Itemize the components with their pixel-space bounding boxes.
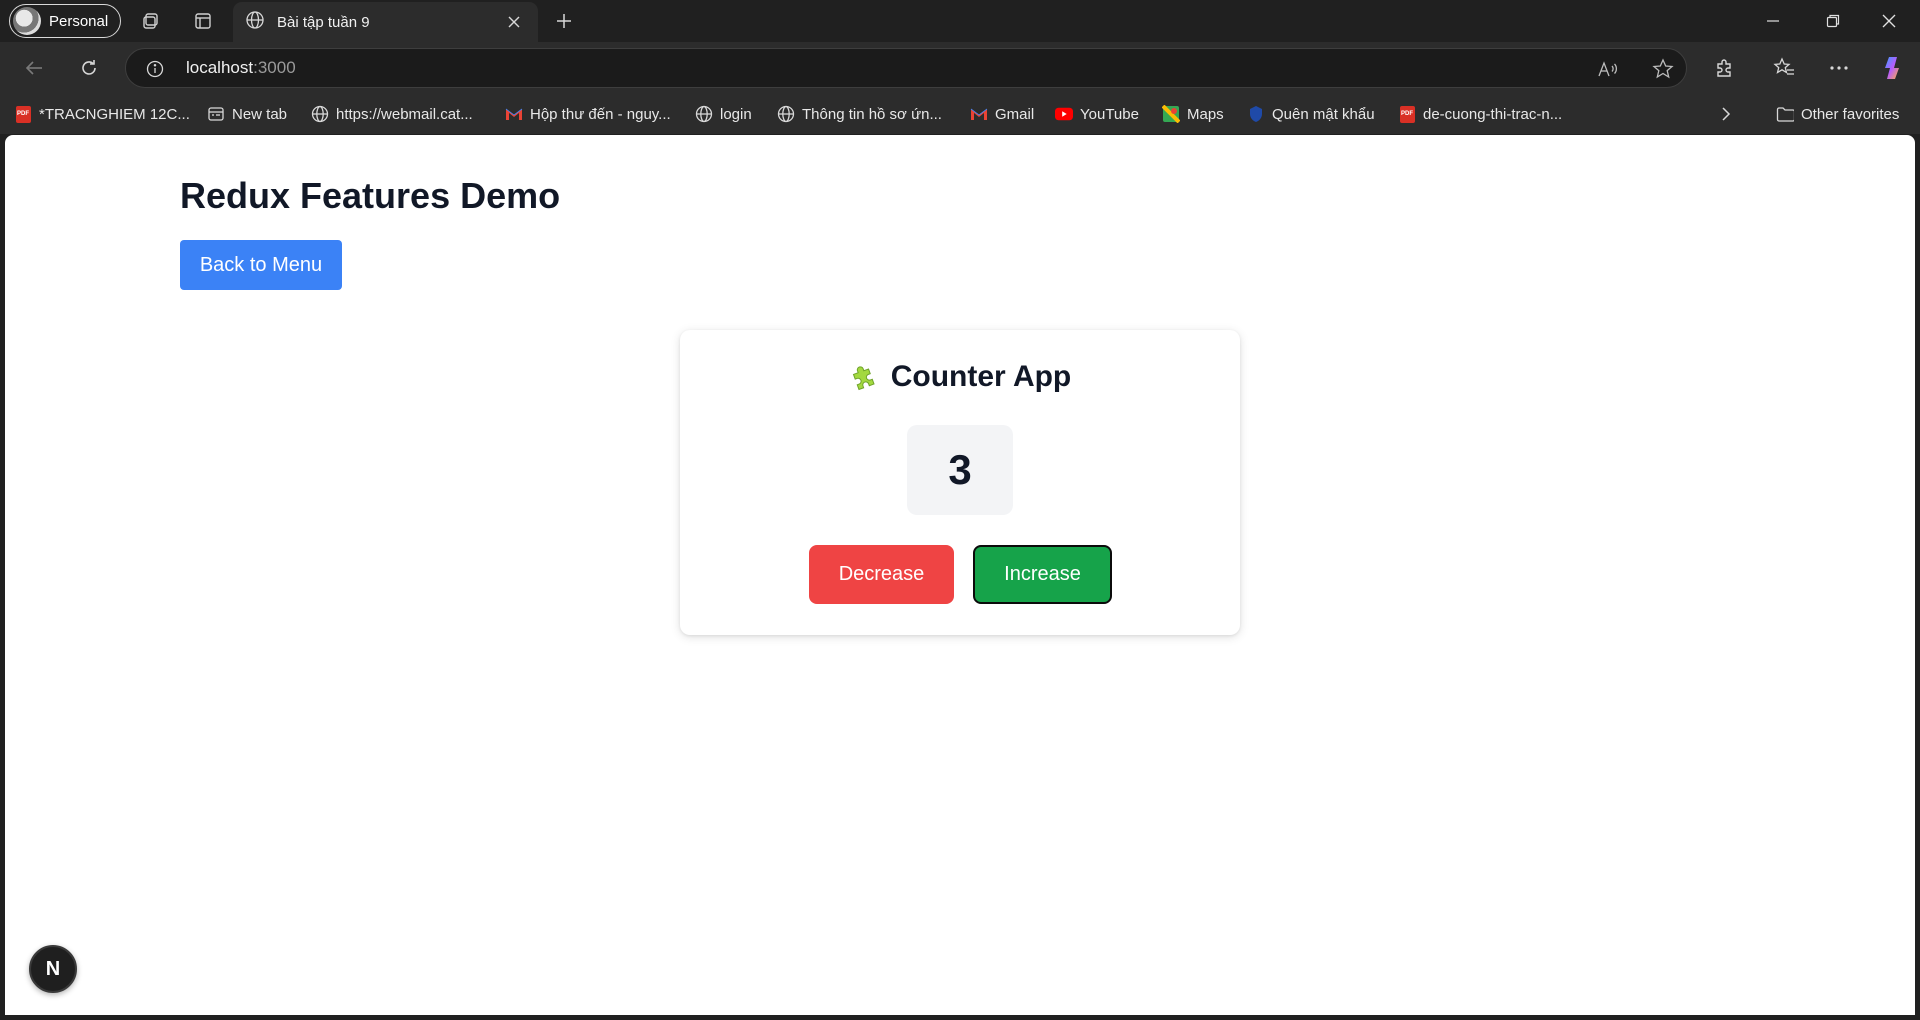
favorite-item[interactable]: Maps bbox=[1162, 103, 1224, 125]
favorite-item[interactable]: PDF de-cuong-thi-trac-n... bbox=[1398, 103, 1562, 125]
copilot-icon[interactable] bbox=[1880, 54, 1908, 82]
favorite-item[interactable]: PDF *TRACNGHIEM 12C... bbox=[14, 103, 190, 125]
favorites-overflow-chevron-icon[interactable] bbox=[1720, 103, 1732, 125]
favorite-item[interactable]: login bbox=[695, 103, 752, 125]
favorites-bar: PDF *TRACNGHIEM 12C... New tab https://w… bbox=[0, 94, 1920, 134]
favorite-item[interactable]: Quên mật khẩu bbox=[1247, 103, 1375, 125]
active-tab[interactable]: Bài tập tuần 9 bbox=[233, 2, 538, 42]
favorite-item[interactable]: https://webmail.cat... bbox=[311, 103, 473, 125]
favorite-item[interactable]: Thông tin hồ sơ ứn... bbox=[777, 103, 942, 125]
address-bar[interactable]: localhost:3000 bbox=[125, 48, 1687, 88]
profile-label: Personal bbox=[49, 12, 109, 30]
favorites-icon[interactable] bbox=[1770, 54, 1798, 82]
close-tab-icon[interactable] bbox=[502, 10, 526, 34]
favorite-item[interactable]: Gmail bbox=[970, 103, 1034, 125]
favorite-item[interactable]: Hộp thư đến - nguy... bbox=[505, 103, 671, 125]
shield-icon bbox=[1247, 105, 1265, 123]
youtube-icon bbox=[1055, 105, 1073, 123]
refresh-icon[interactable] bbox=[75, 54, 103, 82]
restore-icon[interactable] bbox=[1810, 6, 1856, 36]
counter-card: Counter App 3 Decrease Increase bbox=[680, 330, 1240, 635]
minimize-icon[interactable] bbox=[1750, 6, 1796, 36]
page-title: Redux Features Demo bbox=[180, 175, 561, 216]
increase-button[interactable]: Increase bbox=[973, 545, 1112, 604]
read-aloud-icon[interactable] bbox=[1596, 57, 1620, 81]
more-options-icon[interactable] bbox=[1825, 54, 1853, 82]
counter-header: Counter App bbox=[680, 360, 1240, 394]
title-bar: Personal Bài tập tuần 9 bbox=[0, 0, 1920, 42]
counter-value: 3 bbox=[907, 425, 1013, 515]
pdf-icon: PDF bbox=[14, 105, 32, 123]
navigation-toolbar: localhost:3000 bbox=[0, 42, 1920, 94]
back-arrow-icon[interactable] bbox=[20, 54, 48, 82]
tab-actions-icon[interactable] bbox=[191, 9, 215, 33]
avatar bbox=[13, 7, 41, 35]
close-window-icon[interactable] bbox=[1866, 6, 1912, 36]
pdf-icon: PDF bbox=[1398, 105, 1416, 123]
profile-button[interactable]: Personal bbox=[9, 4, 122, 38]
extensions-icon[interactable] bbox=[1711, 54, 1739, 82]
puzzle-icon bbox=[849, 362, 879, 392]
gmail-icon bbox=[505, 105, 523, 123]
maps-icon bbox=[1162, 105, 1180, 123]
favorite-item[interactable]: YouTube bbox=[1055, 103, 1139, 125]
workspaces-icon[interactable] bbox=[139, 9, 163, 33]
back-to-menu-button[interactable]: Back to Menu bbox=[180, 240, 342, 290]
other-favorites[interactable]: Other favorites bbox=[1776, 103, 1899, 125]
counter-title: Counter App bbox=[890, 360, 1072, 393]
decrease-button[interactable]: Decrease bbox=[809, 545, 954, 604]
tab-title: Bài tập tuần 9 bbox=[277, 13, 370, 31]
favorite-star-icon[interactable] bbox=[1651, 57, 1675, 81]
globe-icon bbox=[777, 105, 795, 123]
globe-icon bbox=[311, 105, 329, 123]
nextjs-dev-badge[interactable]: N bbox=[29, 945, 77, 993]
newtab-icon bbox=[207, 105, 225, 123]
folder-icon bbox=[1776, 105, 1794, 123]
globe-icon bbox=[695, 105, 713, 123]
globe-icon bbox=[245, 10, 265, 35]
new-tab-icon[interactable] bbox=[552, 9, 576, 33]
page-viewport: Redux Features Demo Back to Menu Counter… bbox=[5, 135, 1915, 1015]
favorite-item[interactable]: New tab bbox=[207, 103, 287, 125]
gmail-icon bbox=[970, 105, 988, 123]
site-info-icon[interactable] bbox=[143, 57, 167, 81]
url-text[interactable]: localhost:3000 bbox=[186, 58, 296, 78]
